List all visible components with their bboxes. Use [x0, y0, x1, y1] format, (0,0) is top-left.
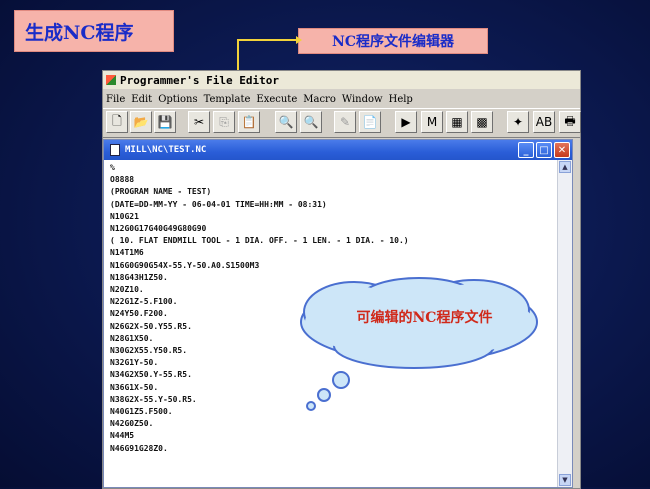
- vertical-scrollbar[interactable]: ▲ ▼: [557, 160, 572, 487]
- code-line: N10G21: [110, 211, 139, 221]
- code-line: %: [110, 163, 115, 172]
- close-button[interactable]: ✕: [554, 142, 570, 158]
- find-icon[interactable]: 🔍: [275, 111, 297, 133]
- code-line: N42G0Z50.: [110, 419, 154, 429]
- minimize-button[interactable]: _: [518, 142, 534, 158]
- save-disk-icon[interactable]: 💾: [154, 111, 176, 133]
- macro-icon[interactable]: ▩: [471, 111, 493, 133]
- cut-scissors-icon[interactable]: ✂: [188, 111, 210, 133]
- toolbar: 🗋 📂 💾 ✂ ⎘ 📋 🔍 🔍 ✎ 📄 ▶ M ▦ ▩ ✦ AB 🖶: [103, 108, 581, 138]
- scroll-down-arrow-icon[interactable]: ▼: [559, 474, 571, 486]
- app-title: Programmer's File Editor: [120, 73, 279, 87]
- app-icon: [106, 75, 116, 85]
- scroll-up-arrow-icon[interactable]: ▲: [559, 161, 571, 173]
- code-line: N14T1M6: [110, 248, 144, 258]
- dos-icon[interactable]: M: [421, 111, 443, 133]
- document-titlebar: MILL\NC\TEST.NC _ □ ✕: [104, 140, 572, 160]
- editor-label: NC程序文件编辑器: [298, 28, 488, 54]
- menu-item-file[interactable]: File: [103, 94, 128, 105]
- document-title: MILL\NC\TEST.NC: [125, 145, 207, 155]
- window-icon[interactable]: ▦: [446, 111, 468, 133]
- document-icon[interactable]: 📄: [359, 111, 381, 133]
- menu-item-template[interactable]: Template: [201, 94, 254, 105]
- document-icon: [110, 144, 120, 156]
- code-line: N44M5: [110, 431, 135, 441]
- new-file-icon[interactable]: 🗋: [106, 111, 128, 133]
- open-folder-icon[interactable]: 📂: [130, 111, 152, 133]
- code-line: (DATE=DD-MM-YY - 06-04-01 TIME=HH:MM - 0…: [110, 199, 327, 209]
- code-line: O8888: [110, 175, 135, 185]
- paste-icon[interactable]: 📋: [238, 111, 260, 133]
- thought-cloud: [300, 277, 538, 411]
- menu-bar: File Edit Options Template Execute Macro Windo…: [103, 91, 580, 107]
- menu-item-execute[interactable]: Execute: [253, 94, 300, 105]
- pointer-arrow: [237, 36, 302, 72]
- app-titlebar: Programmer's File Editor: [103, 71, 580, 89]
- code-line: N16G0G90G54X-55.Y-50.A0.S1500M3: [110, 260, 260, 270]
- maximize-button[interactable]: □: [536, 142, 552, 158]
- code-line: N12G0G17G40G49G80G90: [110, 224, 207, 234]
- menu-item-options[interactable]: Options: [155, 94, 200, 105]
- print-icon[interactable]: 🖶: [559, 111, 581, 133]
- code-line: (PROGRAM NAME - TEST): [110, 187, 212, 197]
- execute-icon[interactable]: ▶: [395, 111, 417, 133]
- copy-icon[interactable]: ⎘: [213, 111, 235, 133]
- code-line: N46G91G28Z0.: [110, 443, 168, 453]
- replace-icon[interactable]: ✎: [334, 111, 356, 133]
- menu-item-macro[interactable]: Macro: [300, 94, 339, 105]
- tools-icon[interactable]: ✦: [507, 111, 529, 133]
- menu-item-window[interactable]: Window: [339, 94, 386, 105]
- menu-item-edit[interactable]: Edit: [128, 94, 155, 105]
- find-next-icon[interactable]: 🔍: [300, 111, 322, 133]
- callout-text: 可编辑的NC程序文件: [356, 310, 493, 326]
- slide-title: 生成NC程序: [14, 10, 174, 52]
- sort-ab-icon[interactable]: AB: [533, 111, 555, 133]
- menu-item-help[interactable]: Help: [386, 94, 416, 105]
- code-line: ( 10. FLAT ENDMILL TOOL - 1 DIA. OFF. - …: [110, 236, 409, 246]
